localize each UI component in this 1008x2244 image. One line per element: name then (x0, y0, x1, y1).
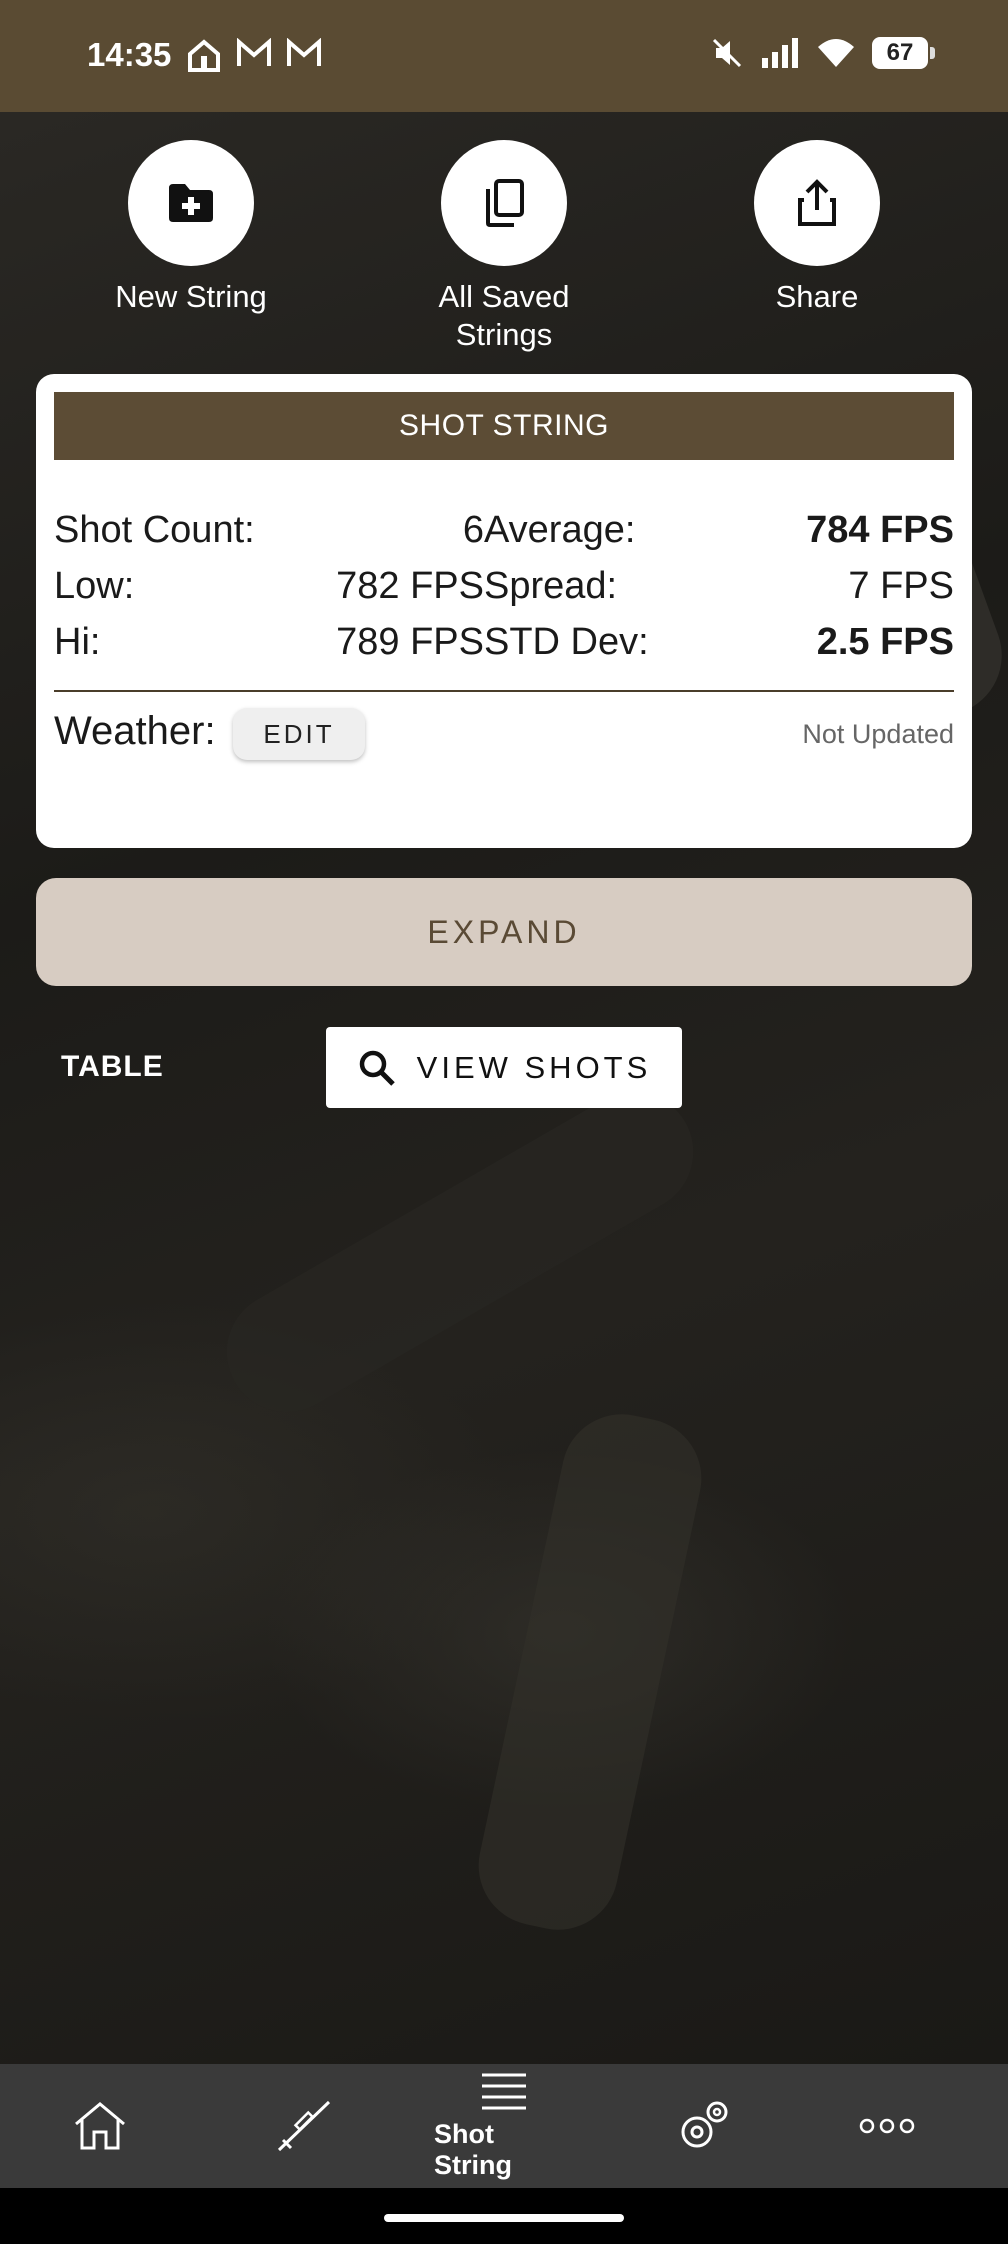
spread-value: 7 FPS (848, 565, 954, 607)
nav-rifle[interactable] (233, 2064, 373, 2188)
nav-shot-string[interactable]: Shot String (434, 2064, 574, 2188)
low-value: 782 FPS (336, 565, 484, 607)
wifi-icon (818, 39, 854, 67)
home-gesture-bar[interactable] (384, 2214, 624, 2222)
std-dev-label: STD Dev: (484, 621, 649, 663)
status-bar: 14:35 67 (0, 0, 1008, 112)
new-folder-icon (128, 140, 254, 266)
share-button[interactable]: Share (707, 140, 927, 316)
gmail-icon (287, 38, 321, 66)
card-header: SHOT STRING (54, 392, 954, 460)
nav-more[interactable] (817, 2064, 957, 2188)
card-divider (54, 690, 954, 692)
new-string-label: New String (115, 279, 267, 314)
hi-label: Hi: (54, 621, 101, 663)
system-icons: 67 (710, 36, 935, 70)
signal-icon (762, 38, 798, 68)
more-icon (859, 2118, 915, 2134)
list-icon (482, 2073, 526, 2110)
status-time: 14:35 (87, 36, 172, 73)
nav-settings[interactable] (635, 2064, 775, 2188)
home-alert-icon (188, 39, 220, 72)
spread-label: Spread: (484, 565, 618, 607)
std-dev-value: 2.5 FPS (816, 621, 954, 663)
settings-icon (681, 2101, 728, 2148)
low-label: Low: (54, 565, 135, 607)
view-shots-button[interactable]: VIEW SHOTS (326, 1027, 682, 1108)
battery-indicator: 67 (872, 37, 935, 69)
bottom-nav: Shot String (0, 2064, 1008, 2188)
share-icon (754, 140, 880, 266)
nav-shot-string-label: Shot String (434, 2119, 512, 2180)
copy-icon (441, 140, 567, 266)
notification-icons (186, 38, 322, 72)
table-toggle[interactable]: TABLE (61, 1050, 164, 1084)
all-saved-strings-button[interactable]: All Saved Strings (394, 140, 614, 354)
nav-home[interactable] (30, 2064, 170, 2188)
expand-button[interactable]: EXPAND (36, 878, 972, 986)
shot-string-card: SHOT STRING Shot Count: 6 Low: 782 FPS H… (36, 374, 972, 848)
home-icon (75, 2102, 125, 2150)
view-shots-label: VIEW SHOTS (416, 1049, 652, 1085)
average-value: 784 FPS (806, 509, 954, 551)
weather-status: Not Updated (802, 719, 954, 749)
all-saved-strings-label: All Saved Strings (438, 279, 570, 352)
average-label: Average: (484, 509, 636, 551)
weather-label: Weather: (54, 709, 216, 753)
share-label: Share (775, 279, 859, 314)
shot-count-value: 6 (462, 509, 484, 551)
weather-edit-button[interactable]: EDIT (233, 708, 365, 760)
shot-count-label: Shot Count: (54, 509, 255, 551)
search-icon (359, 1050, 395, 1086)
gmail-icon (237, 38, 271, 66)
hi-value: 789 FPS (336, 621, 484, 663)
mute-icon (712, 38, 742, 68)
rifle-icon (277, 2100, 331, 2152)
new-string-button[interactable]: New String (81, 140, 301, 316)
